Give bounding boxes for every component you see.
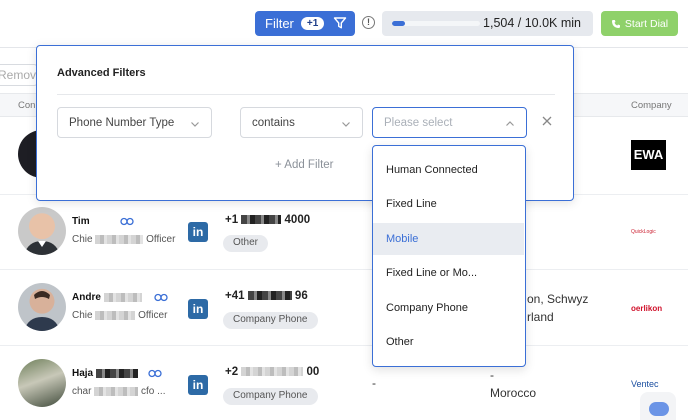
option-human-connected[interactable]: Human Connected: [373, 154, 524, 186]
linkedin-icon[interactable]: in: [188, 299, 208, 319]
empty-cell-dash: -: [490, 368, 494, 382]
phone-type-tag: Company Phone: [223, 312, 318, 329]
funnel-icon: [333, 17, 347, 29]
option-other[interactable]: Other: [373, 326, 524, 358]
empty-cell-dash: -: [372, 376, 376, 390]
phone-number[interactable]: +2 00: [225, 366, 319, 378]
chevron-down-icon: [342, 122, 350, 127]
table-row[interactable]: Haja char cfo ... in +2 00 Company Phone…: [0, 346, 688, 420]
chat-icon: [649, 402, 669, 416]
header-contact: Con: [18, 100, 36, 111]
field-select[interactable]: Phone Number Type: [57, 107, 212, 138]
table-row[interactable]: Tim Chie Officer in +1 4000 Other QuickL…: [0, 195, 688, 270]
linkedin-icon[interactable]: in: [188, 375, 208, 395]
filter-count-badge: +1: [300, 17, 325, 30]
contact-name[interactable]: Haja: [72, 368, 138, 379]
option-company-phone[interactable]: Company Phone: [373, 292, 524, 324]
contact-title: char cfo ...: [72, 386, 166, 397]
filter-button-label: Filter: [265, 16, 294, 31]
field-select-value: Phone Number Type: [69, 117, 175, 129]
phone-type-tag: Company Phone: [223, 388, 318, 405]
option-mobile[interactable]: Mobile: [373, 223, 524, 255]
start-dial-label: Start Dial: [624, 17, 669, 30]
usage-progress-fill: [392, 21, 406, 26]
company-logo[interactable]: oerlikon: [631, 294, 666, 324]
value-select[interactable]: Please select: [372, 107, 527, 138]
remove-filter-close-icon[interactable]: [540, 114, 554, 128]
phone-type-tag: Other: [223, 235, 269, 252]
link-icon[interactable]: [148, 369, 162, 378]
company-logo[interactable]: EWA: [631, 140, 666, 170]
header-company: Company: [631, 100, 672, 111]
option-fixed-line[interactable]: Fixed Line: [373, 188, 524, 220]
location-line-1: on, Schwyz: [527, 292, 589, 306]
phone-number[interactable]: +1 4000: [225, 214, 310, 226]
phone-number[interactable]: +41 96: [225, 290, 308, 302]
avatar: [18, 359, 66, 407]
avatar: [18, 207, 66, 255]
table-row[interactable]: Andre Chie Officer in +41 96 Company Pho…: [0, 270, 688, 346]
panel-divider: [57, 94, 555, 95]
chat-widget[interactable]: [640, 392, 676, 420]
location-line-2: rland: [527, 310, 554, 324]
page: Filter +1 ! 1,504 / 10.0K min Start Dial…: [0, 0, 688, 420]
advanced-filters-title: Advanced Filters: [57, 67, 146, 79]
contact-title: Chie Officer: [72, 234, 176, 245]
chevron-up-icon: [506, 121, 514, 126]
value-select-placeholder: Please select: [384, 117, 453, 129]
info-icon[interactable]: !: [362, 16, 375, 29]
usage-meter: 1,504 / 10.0K min: [382, 11, 593, 36]
operator-select-value: contains: [252, 117, 295, 129]
location-line-2: Morocco: [490, 386, 537, 400]
option-fixed-line-or-mobile[interactable]: Fixed Line or Mo...: [373, 257, 524, 289]
chevron-down-icon: [191, 122, 199, 127]
operator-select[interactable]: contains: [240, 107, 363, 138]
filter-button[interactable]: Filter +1: [255, 11, 355, 36]
contact-name[interactable]: Andre: [72, 292, 142, 303]
remove-button[interactable]: Remove: [0, 64, 43, 86]
phone-icon: [611, 19, 620, 28]
avatar: [18, 283, 66, 331]
company-logo[interactable]: QuickLogic: [631, 218, 666, 248]
contact-title: Chie Officer: [72, 310, 168, 321]
contact-name[interactable]: Tim: [72, 216, 90, 227]
link-icon[interactable]: [154, 293, 168, 302]
usage-text: 1,504 / 10.0K min: [483, 16, 581, 30]
link-icon[interactable]: [120, 217, 134, 226]
linkedin-icon[interactable]: in: [188, 222, 208, 242]
value-dropdown-menu: Human Connected Fixed Line Mobile Fixed …: [372, 145, 526, 367]
start-dial-button[interactable]: Start Dial: [601, 11, 678, 36]
usage-progress-bar: [392, 21, 480, 26]
add-filter-button[interactable]: + Add Filter: [275, 159, 334, 171]
